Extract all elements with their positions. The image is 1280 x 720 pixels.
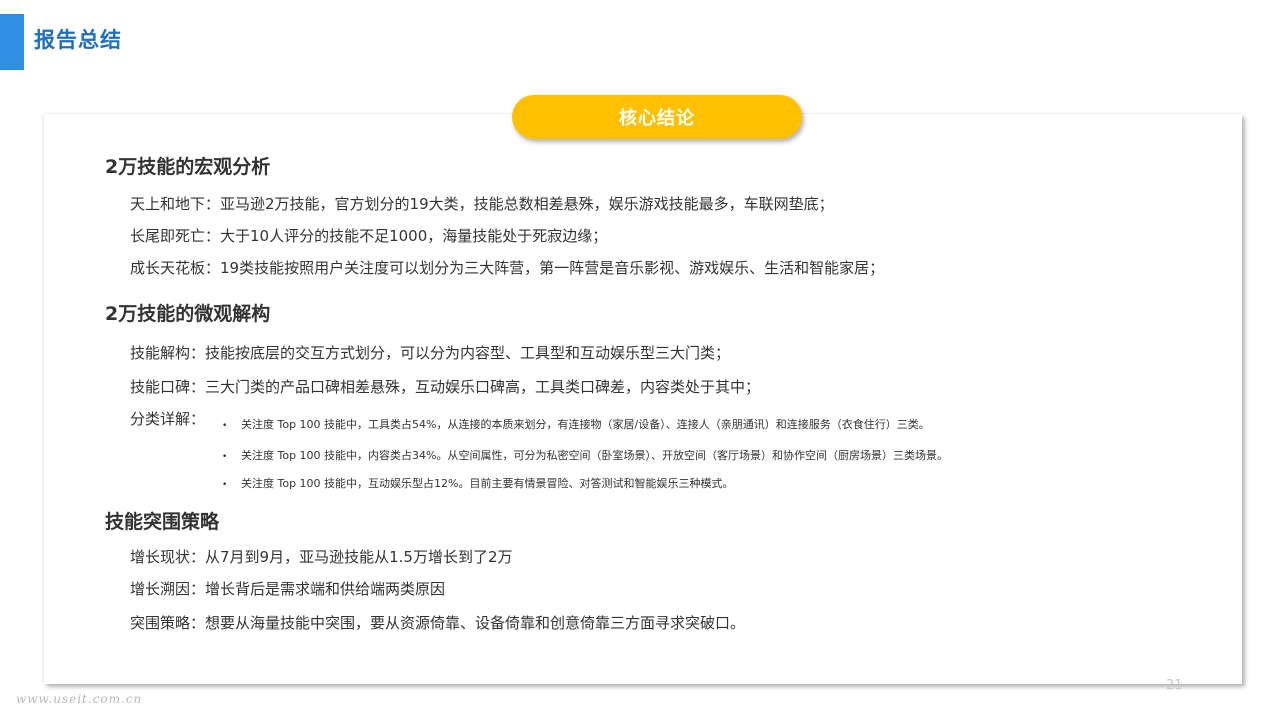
- micro-line-3: 分类详解：: [130, 410, 206, 428]
- page-number: 21: [1166, 678, 1183, 693]
- strategy-line-1: 增长现状：从7月到9月，亚马逊技能从1.5万增长到了2万: [130, 548, 513, 566]
- watermark-url: www.useit.com.cn: [16, 692, 143, 706]
- page-title: 报告总结: [34, 28, 122, 52]
- strategy-line-3: 突围策略：想要从海量技能中突围，要从资源倚靠、设备倚靠和创意倚靠三方面寻求突破口…: [130, 614, 746, 632]
- section-heading-macro: 2万技能的宏观分析: [105, 156, 271, 178]
- detail-bullet-3: • 关注度 Top 100 技能中，互动娱乐型占12%。目前主要有情景冒险、对答测…: [222, 475, 734, 491]
- strategy-line-2: 增长溯因：增长背后是需求端和供给端两类原因: [130, 580, 446, 598]
- detail-bullet-1: • 关注度 Top 100 技能中，工具类占54%，从连接的本质来划分，有连接物（…: [222, 416, 930, 432]
- macro-line-2: 长尾即死亡：大于10人评分的技能不足1000，海量技能处于死寂边缘；: [130, 227, 608, 245]
- macro-line-1: 天上和地下：亚马逊2万技能，官方划分的19大类，技能总数相差悬殊，娱乐游戏技能最…: [130, 195, 834, 213]
- bullet-dot: •: [222, 480, 228, 490]
- section-heading-strategy: 技能突围策略: [105, 511, 220, 533]
- micro-line-2: 技能口碑：三大门类的产品口碑相差悬殊，互动娱乐口碑高，工具类口碑差，内容类处于其…: [130, 378, 761, 396]
- title-accent-bar: [0, 14, 24, 70]
- bullet-dot: •: [222, 452, 228, 462]
- bullet-dot: •: [222, 421, 228, 431]
- micro-line-1: 技能解构：技能按底层的交互方式划分，可以分为内容型、工具型和互动娱乐型三大门类；: [130, 344, 731, 362]
- macro-line-3: 成长天花板：19类技能按照用户关注度可以划分为三大阵营，第一阵营是音乐影视、游戏…: [130, 259, 885, 277]
- bullet-text: 关注度 Top 100 技能中，互动娱乐型占12%。目前主要有情景冒险、对答测试…: [241, 477, 734, 490]
- detail-bullet-2: • 关注度 Top 100 技能中，内容类占34%。从空间属性，可分为私密空间（卧…: [222, 447, 948, 463]
- bullet-text: 关注度 Top 100 技能中，工具类占54%，从连接的本质来划分，有连接物（家…: [241, 418, 930, 431]
- core-conclusion-badge: 核心结论: [512, 95, 802, 139]
- section-heading-micro: 2万技能的微观解构: [105, 303, 271, 325]
- bullet-text: 关注度 Top 100 技能中，内容类占34%。从空间属性，可分为私密空间（卧室…: [241, 449, 948, 462]
